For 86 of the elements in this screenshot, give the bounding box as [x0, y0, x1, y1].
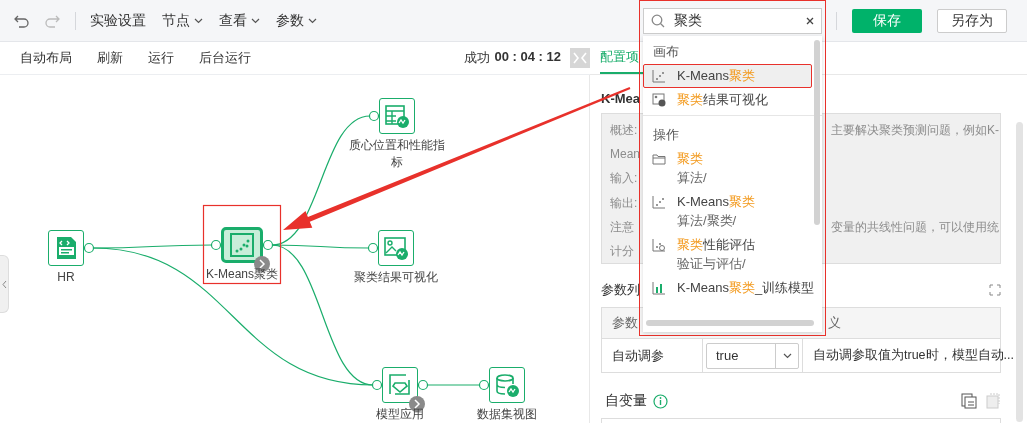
canvas-tool-button[interactable]: 后台运行: [199, 49, 251, 67]
connection-port[interactable]: [367, 242, 379, 254]
connection-port[interactable]: [83, 242, 95, 254]
node-label: K-Means聚类: [205, 266, 279, 283]
save-as-button[interactable]: 另存为: [937, 8, 1007, 33]
scatter-chart-icon: [652, 195, 666, 209]
diamond-icon: [387, 372, 413, 398]
redo-icon[interactable]: [44, 13, 60, 28]
image-icon: [652, 93, 666, 107]
description-text: 变量的共线性问题，可以使用统: [831, 218, 999, 236]
connection-port[interactable]: [371, 379, 383, 391]
search-field[interactable]: 聚类: [643, 8, 822, 34]
chevron-down-icon: [194, 17, 203, 24]
description-text: 输出:: [610, 194, 638, 212]
chevron-down-icon: [308, 17, 317, 24]
scrollbar[interactable]: [1016, 122, 1023, 422]
collapse-button[interactable]: [570, 48, 590, 68]
description-text: 注意: [610, 218, 634, 236]
connection-port[interactable]: [368, 110, 380, 122]
menu-item[interactable]: 参数: [276, 11, 317, 30]
workflow-node[interactable]: [489, 367, 525, 403]
workflow-node[interactable]: [48, 230, 84, 266]
sql-file-icon: [54, 236, 78, 260]
canvas-tool-button[interactable]: 自动布局: [20, 49, 72, 67]
folder-icon: [652, 152, 666, 166]
workflow-node[interactable]: [379, 98, 415, 134]
menu-item[interactable]: 节点: [162, 11, 203, 30]
search-result[interactable]: K-Means聚类_训练模型: [643, 276, 812, 300]
search-result[interactable]: 聚类结果可视化: [643, 88, 812, 112]
scrollbar[interactable]: [814, 40, 820, 225]
section-title: 自变量: [605, 392, 647, 410]
connection-port[interactable]: [478, 379, 490, 391]
database-icon: [494, 372, 520, 398]
scatter-chart-icon: [652, 69, 666, 83]
search-result[interactable]: K-Means聚类 算法/聚类/: [643, 190, 812, 233]
description-text: 计分: [610, 243, 634, 261]
scatter-chart-icon: [652, 238, 666, 252]
connector-line: [426, 384, 481, 386]
column-header: 义: [828, 314, 841, 332]
canvas-tool-button[interactable]: 运行: [148, 49, 174, 67]
search-result[interactable]: K-Means聚类: [643, 64, 812, 88]
canvas-tool-button[interactable]: 刷新: [97, 49, 123, 67]
search-result[interactable]: 聚类 算法/: [643, 147, 812, 190]
connection-port[interactable]: [262, 239, 274, 251]
info-icon[interactable]: [653, 393, 668, 409]
chevron-down-icon: [782, 352, 792, 359]
table-chart-icon: [384, 103, 410, 129]
panel-title: K-Mea: [601, 91, 640, 106]
description-text: 概述:: [610, 121, 638, 139]
fullscreen-icon[interactable]: [989, 284, 1001, 296]
description-text: 主要解决聚类预测问题，例如K-: [831, 121, 999, 139]
menu-item[interactable]: 实验设置: [90, 11, 146, 30]
search-result[interactable]: 聚类性能评估 验证与评估/: [643, 233, 812, 276]
node-label: 数据集视图: [476, 406, 538, 423]
group-header: 操作: [652, 126, 680, 144]
run-status: 成功: [463, 49, 490, 67]
chevron-down-icon: [251, 17, 260, 24]
description-text: Mean: [610, 147, 641, 162]
bar-chart-icon: [652, 281, 666, 295]
run-time: 00 : 04 : 12: [494, 49, 561, 66]
workflow-node[interactable]: [221, 227, 263, 263]
node-label: 模型应用: [375, 406, 425, 423]
connection-port[interactable]: [210, 239, 222, 251]
scatter-chart-icon: [229, 232, 255, 258]
workflow-node[interactable]: [378, 230, 414, 266]
undo-icon[interactable]: [14, 13, 30, 28]
node-label: 质心位置和性能指标: [348, 137, 446, 171]
column-header: 参数: [612, 314, 638, 332]
node-label: HR: [56, 269, 76, 286]
node-label: 聚类结果可视化: [353, 269, 439, 286]
connection-port[interactable]: [417, 379, 429, 391]
section-title: 参数列: [601, 281, 640, 299]
scrollbar[interactable]: [646, 320, 814, 326]
expand-handle[interactable]: [0, 255, 9, 313]
group-header: 画布: [652, 43, 680, 61]
copy-icon[interactable]: [961, 393, 977, 409]
workflow-node[interactable]: [382, 367, 418, 403]
table-cell: 自动调参: [602, 339, 703, 372]
table-cell-text: 自动调参取值为true时，模型自动...: [812, 347, 1014, 364]
description-text: 输入:: [610, 170, 638, 188]
image-chart-icon: [383, 235, 409, 261]
search-icon: [651, 14, 665, 28]
collapse-icon: [572, 51, 588, 65]
value-select[interactable]: true: [706, 342, 799, 369]
clear-icon[interactable]: [806, 17, 814, 25]
menu-item[interactable]: 查看: [219, 11, 260, 30]
